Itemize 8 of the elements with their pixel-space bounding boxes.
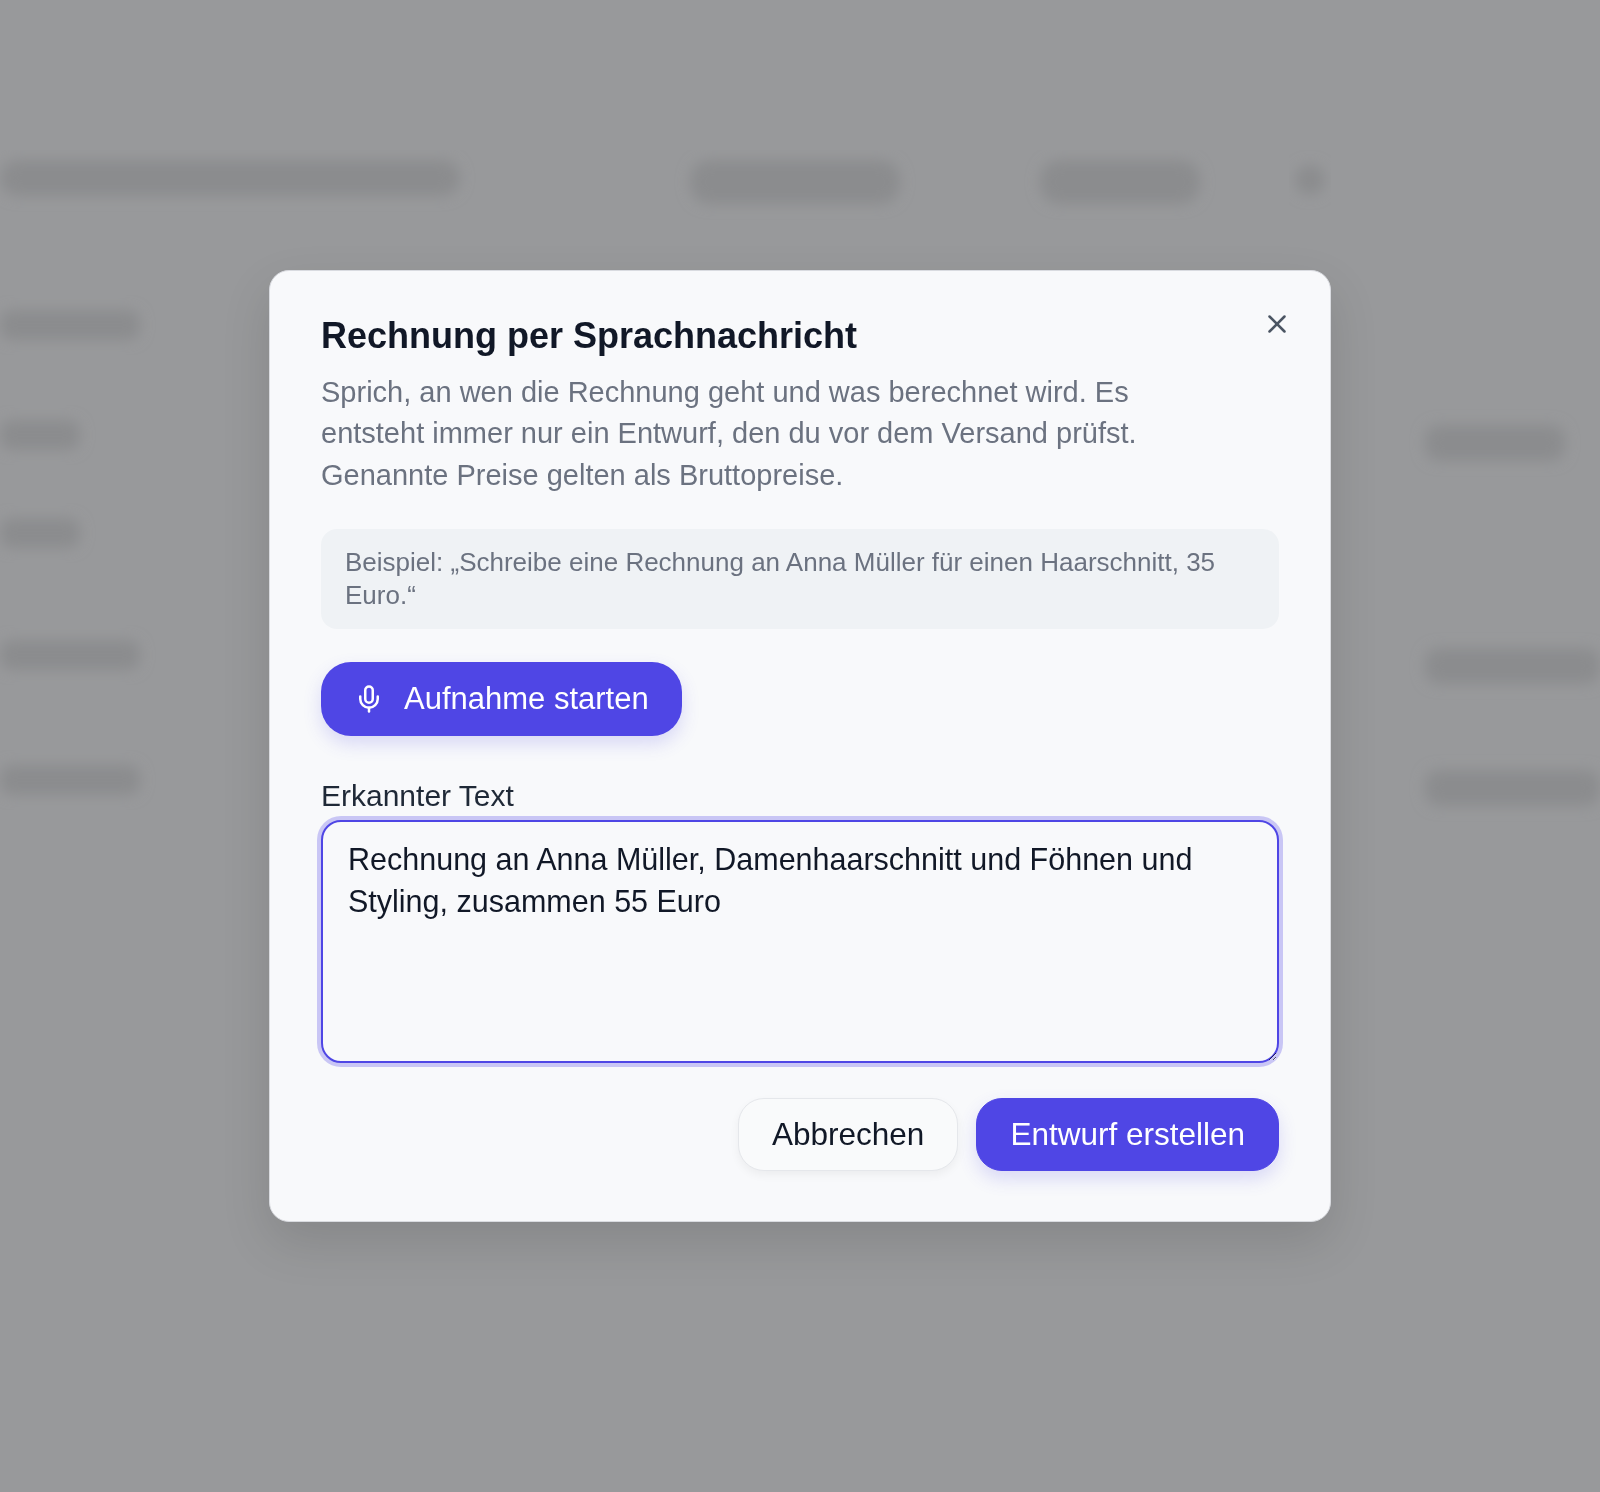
dialog-description: Sprich, an wen die Rechnung geht und was berechnet wird. Es entsteht immer nur ein Entwurf, den du vor dem Versand prüfst. Genannte Preise gelten als Bruttopreise. <box>321 374 1138 493</box>
record-button[interactable]: Aufnahme starten <box>321 662 682 737</box>
create-draft-button[interactable]: Entwurf erstellen <box>976 1098 1279 1172</box>
field-label: Erkannter Text <box>321 778 514 815</box>
recognized-text-field[interactable]: Rechnung an Anna Müller, Damenhaarschnitt und Föhnen und Styling, zusammen 55 Euro <box>321 820 1279 1064</box>
dialog-title: Rechnung per Sprachnachricht <box>321 313 859 358</box>
example-hint: Beispiel: „Schreibe eine Rechnung an Anna Müller für einen Haarschnitt, 35 Euro.“ <box>321 529 1279 630</box>
cancel-button[interactable]: Abbrechen <box>738 1098 959 1172</box>
